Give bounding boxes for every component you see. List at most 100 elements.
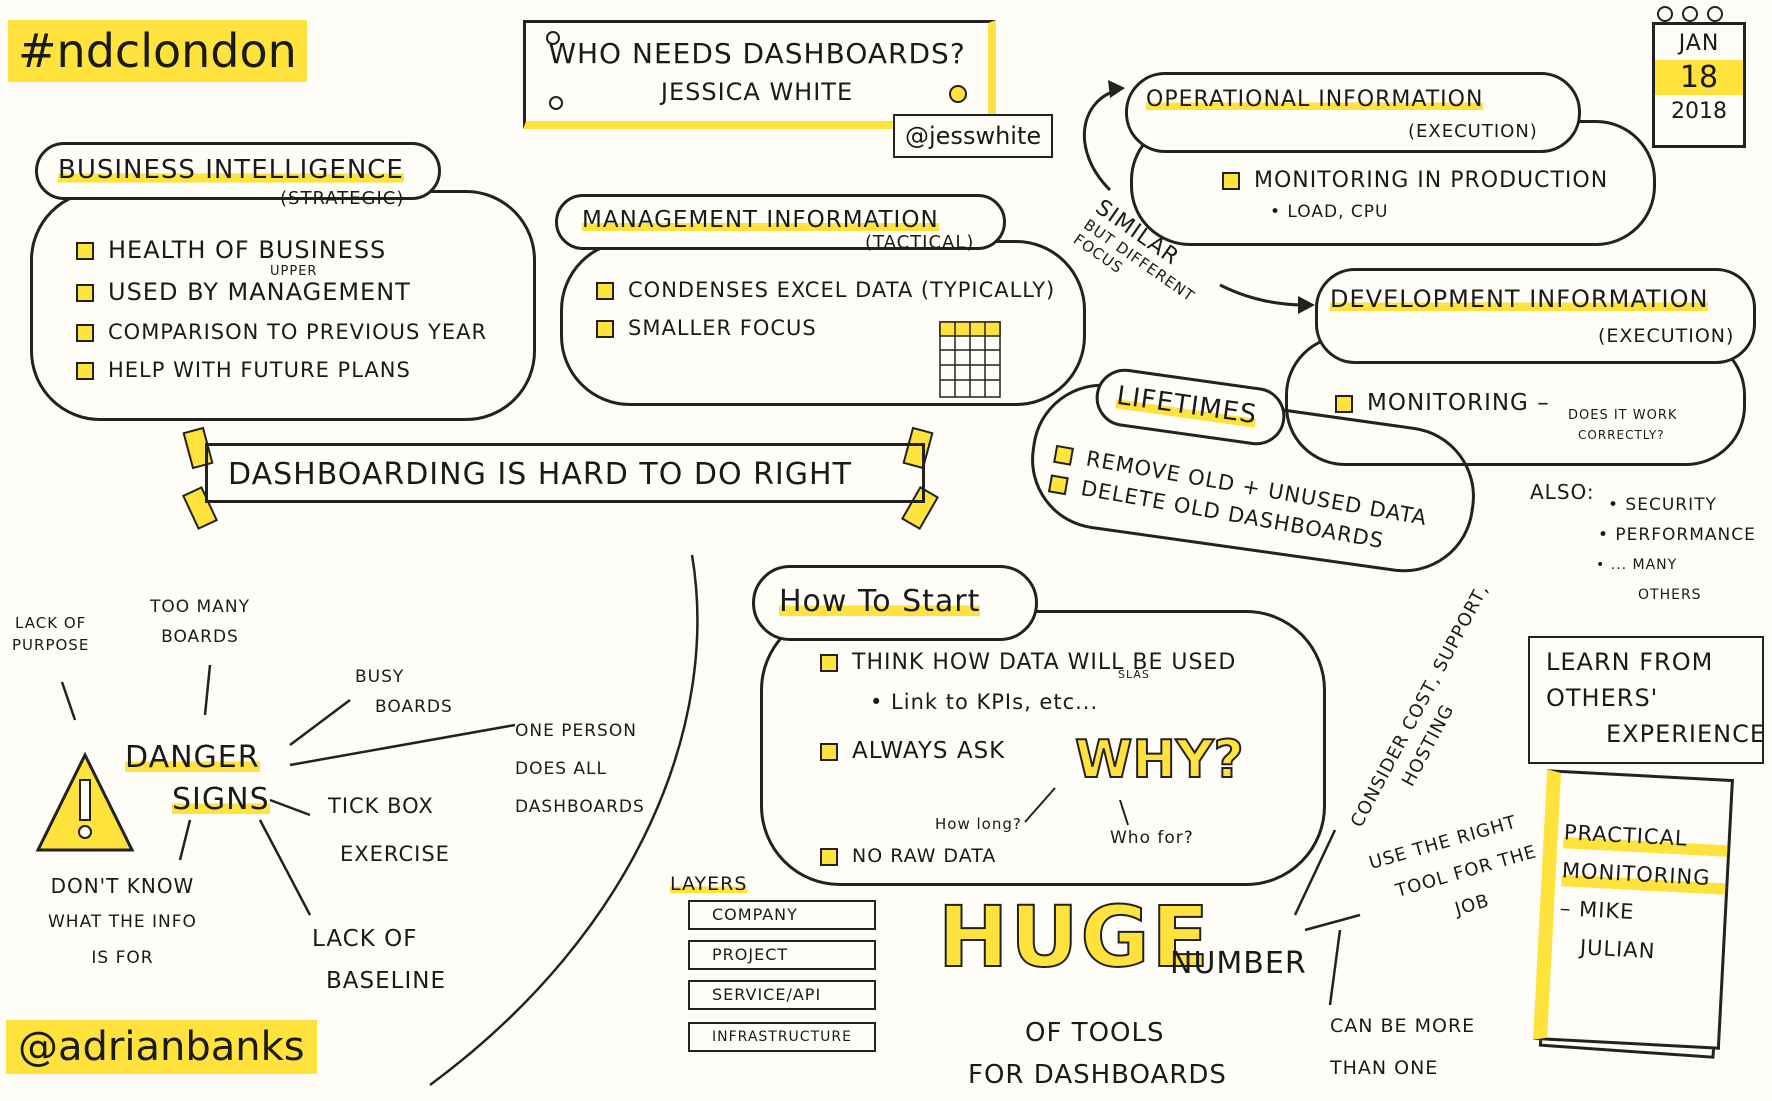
layer-project: Project — [688, 940, 876, 970]
di-item: Monitoring – — [1367, 390, 1550, 416]
book-title: Practical Monitoring – Mike Julian — [1557, 813, 1729, 973]
bi-subtitle: (Strategic) — [280, 188, 405, 209]
oi-title: Operational Information — [1146, 87, 1484, 112]
date-calendar: JAN 18 2018 — [1652, 22, 1746, 148]
hts-item-row: Always ask — [820, 738, 1005, 764]
oi-item: Monitoring in production — [1254, 168, 1609, 193]
layer-service-api: Service/API — [688, 980, 876, 1010]
hts-item: No raw data — [852, 845, 997, 867]
hts-item-row: Think how data will be used — [820, 650, 1236, 675]
how-to-start-title: How To Start — [779, 584, 981, 619]
hts-slas: SLAs — [1118, 668, 1150, 681]
di-subtitle: (Execution) — [1598, 325, 1735, 347]
dont-know-note: Don't know what the info is for — [48, 868, 197, 976]
arrow-head-up — [1108, 80, 1125, 98]
dashboard-banner: Dashboarding is hard to do right — [205, 443, 925, 503]
note-line: Don't know — [50, 874, 195, 898]
learn-line: Learn from — [1546, 648, 1714, 676]
also-label: Also: — [1530, 480, 1595, 504]
note-line: is for — [91, 948, 154, 968]
how-to-start-header: How To Start — [752, 565, 1038, 641]
layer-company: Company — [688, 900, 876, 930]
oi-item-row: Monitoring in production — [1222, 168, 1608, 193]
note-line: One person — [515, 721, 637, 741]
hts-item-row: No raw data — [820, 845, 996, 867]
mi-subtitle: (Tactical) — [865, 232, 975, 253]
title-card: Who needs dashboards? Jessica White — [523, 20, 996, 129]
mi-item: Condenses Excel data (typically) — [628, 278, 1056, 302]
book-line: Julian — [1579, 935, 1657, 964]
di-header: Development Information (Execution) — [1315, 268, 1756, 364]
also-item: • ... many — [1596, 557, 1678, 573]
bi-item: Health of business — [108, 236, 387, 264]
date-month: JAN — [1678, 31, 1720, 56]
lifetimes-title: Lifetimes — [1114, 380, 1260, 431]
more-line: Can be more — [1330, 1015, 1476, 1037]
mi-item: Smaller focus — [628, 316, 817, 340]
more-line: than one — [1330, 1057, 1439, 1079]
mi-list: Condenses Excel data (typically) Smaller… — [596, 264, 1055, 354]
why-word: WHY? — [1074, 729, 1245, 791]
talk-title: Who needs dashboards? — [548, 37, 966, 70]
layer-infrastructure: Infrastructure — [688, 1022, 876, 1052]
bi-upper-note: upper — [270, 264, 318, 279]
hts-item: Think how data will be used — [852, 650, 1237, 675]
date-day: 18 — [1655, 60, 1743, 95]
book-cover: Practical Monitoring – Mike Julian — [1533, 769, 1734, 1050]
date-year: 2018 — [1671, 99, 1727, 124]
bi-title: Business Intelligence — [58, 155, 404, 185]
note-line: Lack of — [312, 926, 418, 952]
speaker-name: Jessica White — [660, 78, 854, 106]
huge-line2: of tools — [1025, 1018, 1165, 1048]
mi-title: Management Information — [582, 207, 939, 233]
author-handle: @adrianbanks — [6, 1020, 317, 1074]
learn-line: experience — [1606, 720, 1767, 748]
bi-list: Health of business Used by management Co… — [76, 222, 487, 396]
arrow-head-right — [1298, 296, 1315, 314]
oi-subtitle: (Execution) — [1408, 121, 1538, 142]
too-many-note: Too many boards — [150, 592, 250, 652]
baseline-note: Lack of baseline — [312, 918, 446, 1002]
hts-item: Always ask — [852, 738, 1006, 764]
oi-header: Operational Information (Execution) — [1125, 72, 1581, 153]
learn-box: Learn from others' experience — [1528, 636, 1767, 764]
how-long-note: How long? — [935, 815, 1022, 833]
di-title: Development Information — [1330, 285, 1709, 313]
huge-number-word: number — [1170, 946, 1307, 981]
speaker-twitter: @jesswhite — [893, 114, 1054, 158]
arrow-up-line — [1082, 88, 1119, 192]
also-list: • Security • Performance • ... many othe… — [1596, 490, 1756, 610]
danger-word: Danger — [125, 740, 260, 775]
note-line: purpose — [12, 636, 90, 654]
bi-item: Used by management — [108, 278, 411, 306]
note-line: Lack of — [15, 614, 87, 632]
huge-line3: for dashboards — [968, 1060, 1227, 1090]
bi-item: Comparison to previous year — [108, 320, 488, 344]
more-than-one-note: Can be more than one — [1330, 1005, 1475, 1089]
di-note1: does it work — [1568, 408, 1678, 423]
note-line: Too many — [150, 597, 250, 617]
hts-sub: • Link to KPIs, etc... — [870, 690, 1099, 714]
also-item: others — [1638, 587, 1702, 603]
note-line: exercise — [340, 842, 450, 866]
note-line: does all — [515, 759, 607, 779]
also-item: • Performance — [1598, 525, 1756, 545]
layers-title: Layers — [670, 873, 748, 895]
arrow-right-line — [1219, 283, 1306, 307]
also-item: • Security — [1608, 495, 1717, 515]
note-line: baseline — [326, 968, 446, 994]
note-line: what the info — [48, 912, 197, 932]
hashtag: #ndclondon — [8, 20, 307, 82]
note-line: boards — [375, 697, 453, 717]
one-person-note: One person does all dashboards — [515, 712, 645, 826]
note-line: Tick box — [328, 794, 434, 818]
di-item-row: Monitoring – — [1335, 390, 1550, 416]
lack-purpose-note: Lack of purpose — [12, 612, 89, 656]
oi-sub: • load, cpu — [1270, 202, 1389, 222]
note-line: boards — [161, 627, 239, 647]
who-for-note: Who for? — [1110, 828, 1194, 848]
tick-box-note: Tick box exercise — [328, 782, 450, 878]
note-line: Busy — [355, 667, 405, 687]
note-line: dashboards — [515, 797, 645, 817]
signs-word: Signs — [172, 782, 270, 817]
